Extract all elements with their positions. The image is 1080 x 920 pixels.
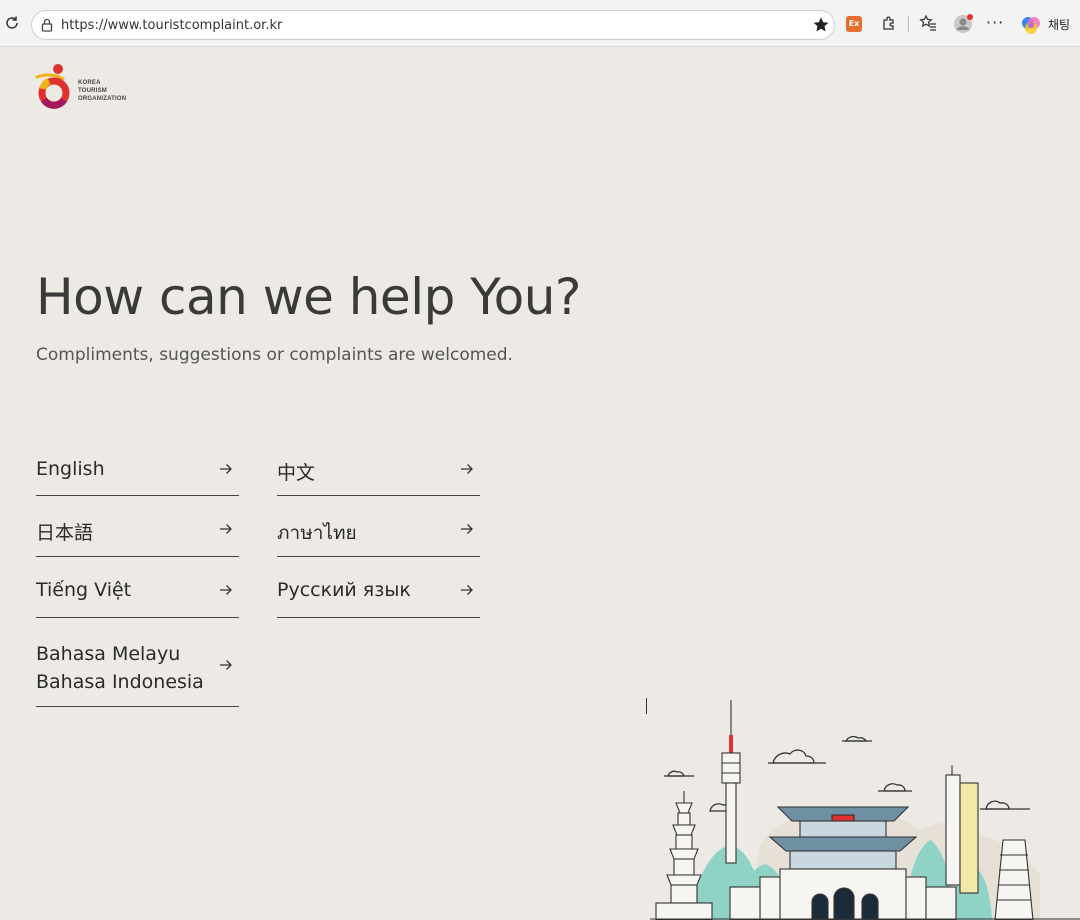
page-subtitle: Compliments, suggestions or complaints a… [36, 345, 513, 365]
puzzle-extensions-icon[interactable] [880, 14, 898, 32]
cloud-icon [772, 749, 815, 764]
arrow-right-icon [220, 585, 232, 595]
more-options-icon[interactable]: ··· [986, 13, 1004, 32]
copilot-chat-label[interactable]: 채팅 [1048, 16, 1070, 33]
text-cursor [646, 698, 647, 714]
cloud-icon [985, 800, 1010, 810]
language-label: 日本語 [36, 522, 94, 544]
language-label: Tiếng Việt [36, 579, 132, 601]
url-text[interactable]: https://www.touristcomplaint.or.kr [61, 18, 282, 33]
cloud-icon [883, 783, 906, 792]
language-link-vietnamese[interactable]: Tiếng Việt [36, 561, 239, 618]
language-label-line: Bahasa Melayu [36, 643, 181, 665]
language-label: English [36, 458, 105, 480]
language-link-thai[interactable]: ภาษาไทย [277, 500, 480, 557]
lock-icon[interactable] [41, 18, 53, 32]
cloud-icon [844, 735, 868, 742]
arrow-right-icon [220, 660, 232, 670]
toolbar-divider [908, 16, 909, 32]
browser-toolbar: https://www.touristcomplaint.or.kr Ex ··… [0, 0, 1080, 47]
arrow-right-icon [220, 464, 232, 474]
favorites-icon[interactable] [919, 14, 937, 32]
address-bar[interactable]: https://www.touristcomplaint.or.kr [31, 10, 835, 40]
language-label: Bahasa Melayu Bahasa Indonesia [36, 640, 204, 696]
arrow-right-icon [461, 585, 473, 595]
language-link-english[interactable]: English [36, 440, 239, 496]
kto-logo-icon[interactable] [34, 63, 76, 109]
copilot-icon[interactable] [1020, 14, 1042, 36]
arrow-right-icon [461, 464, 473, 474]
language-label: ภาษาไทย [277, 522, 357, 544]
language-link-russian[interactable]: Русский язык [277, 561, 480, 618]
favorite-star-icon[interactable] [812, 16, 830, 34]
language-label: 中文 [277, 462, 316, 484]
logo-line: KOREA [78, 80, 101, 86]
language-link-chinese[interactable]: 中文 [277, 440, 480, 496]
logo-line: TOURISM [78, 88, 107, 94]
extension-icon[interactable]: Ex [846, 16, 862, 32]
language-label-line: Bahasa Indonesia [36, 671, 204, 693]
language-label: Русский язык [277, 579, 411, 601]
seoul-skyline-illustration [650, 700, 1080, 920]
page-title: How can we help You? [36, 268, 581, 326]
logo-line: ORGANIZATION [78, 96, 127, 102]
arrow-right-icon [461, 524, 473, 534]
language-link-japanese[interactable]: 日本語 [36, 500, 239, 557]
logo-wordmark: KOREA TOURISM ORGANIZATION [78, 79, 126, 103]
cloud-icon [667, 770, 685, 777]
language-link-malay-indonesian[interactable]: Bahasa Melayu Bahasa Indonesia [36, 622, 239, 707]
arrow-right-icon [220, 524, 232, 534]
reload-icon[interactable] [4, 15, 20, 31]
profile-avatar-icon[interactable] [953, 14, 973, 34]
